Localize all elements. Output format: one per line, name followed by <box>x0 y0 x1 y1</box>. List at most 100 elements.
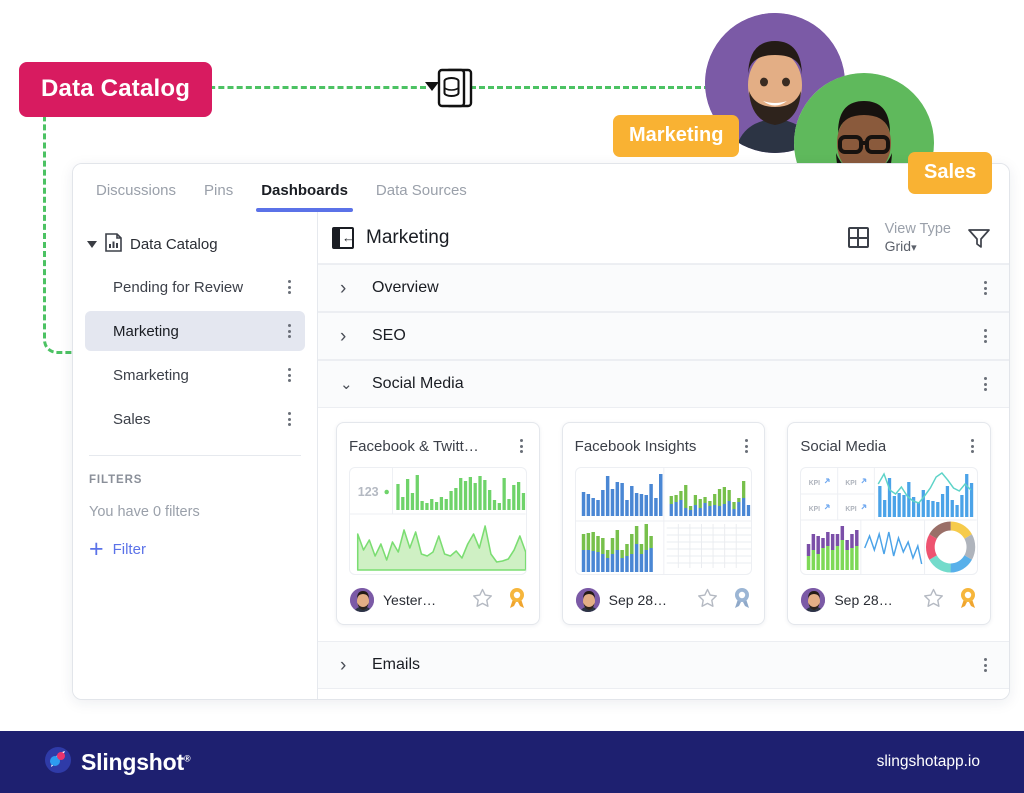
plus-icon: + <box>89 535 104 563</box>
card-footer: Sep 28… <box>574 586 753 614</box>
funnel-icon[interactable] <box>967 227 991 249</box>
trademark-symbol: ® <box>183 752 191 763</box>
filters-empty-text: You have 0 filters <box>89 504 200 520</box>
sidebar-item-marketing[interactable]: Marketing <box>85 311 305 351</box>
avatar <box>349 587 375 613</box>
brand: Slingshot® <box>44 746 191 779</box>
chevron-down-icon[interactable]: ⌄ <box>340 377 358 392</box>
collapse-panel-icon[interactable]: ← <box>332 226 355 249</box>
footer-bar: Slingshot® slingshotapp.io <box>0 731 1024 793</box>
kebab-menu-icon[interactable] <box>980 371 991 397</box>
sidebar-item-sales[interactable]: Sales <box>85 399 305 439</box>
group-row-seo[interactable]: › SEO <box>318 312 1009 360</box>
card-thumbnail: KPI KPI KPI KPI <box>800 467 979 575</box>
card-header: Facebook Insights <box>575 433 753 459</box>
slingshot-logo-icon <box>44 746 72 779</box>
kebab-menu-icon[interactable] <box>284 406 295 432</box>
filters-heading: FILTERS <box>89 474 143 486</box>
group-row-overview[interactable]: › Overview <box>318 264 1009 312</box>
kebab-menu-icon[interactable] <box>741 433 752 459</box>
triangle-down-icon[interactable] <box>87 241 97 248</box>
card-header: Facebook & Twitt… <box>349 433 527 459</box>
sidebar: Data Catalog Pending for Review Marketin… <box>73 212 318 699</box>
card-footer: Sep 28… <box>800 586 978 614</box>
card-actions <box>697 587 752 614</box>
tag-sales: Sales <box>908 152 993 194</box>
avatar <box>574 587 601 613</box>
add-filter-button[interactable]: + Filter <box>85 520 305 563</box>
grid-icon[interactable] <box>847 227 869 248</box>
tab-discussions[interactable]: Discussions <box>85 182 187 212</box>
svg-text:123: 123 <box>358 484 379 499</box>
dashboard-card-social-media[interactable]: Social Media KPI KPI KPI KPI Sep 28… <box>787 422 992 625</box>
sidebar-item-smarketing[interactable]: Smarketing <box>85 355 305 395</box>
card-title: Facebook & Twitt… <box>349 437 479 455</box>
star-outline-icon[interactable] <box>697 588 718 613</box>
kebab-menu-icon[interactable] <box>516 433 527 459</box>
svg-text:KPI: KPI <box>846 480 857 487</box>
chevron-right-icon[interactable]: › <box>340 279 358 298</box>
chevron-right-icon[interactable]: › <box>340 327 358 346</box>
svg-text:KPI: KPI <box>809 480 820 487</box>
svg-text:KPI: KPI <box>809 506 820 513</box>
view-type-select[interactable]: View Type Grid ▾ <box>885 221 951 254</box>
view-type-label: View Type <box>884 220 951 237</box>
page-title: Marketing <box>366 226 450 248</box>
dashboard-cards: Facebook & Twitt… 123 Yester… Facebook I… <box>318 408 1009 641</box>
tab-pins[interactable]: Pins <box>193 182 244 212</box>
brand-name: Slingshot <box>81 748 184 775</box>
card-thumbnail: 123 <box>349 467 527 575</box>
card-title: Social Media <box>800 437 887 455</box>
group-row-social-media[interactable]: ⌄ Social Media <box>318 360 1009 408</box>
kebab-menu-icon[interactable] <box>967 433 978 459</box>
card-date: Sep 28… <box>834 592 893 608</box>
app-window: Discussions Pins Dashboards Data Sources <box>72 163 1010 700</box>
group-row-emails[interactable]: › Emails <box>318 641 1009 689</box>
award-badge-gold-icon[interactable] <box>507 587 527 614</box>
card-actions <box>472 587 527 614</box>
card-date: Sep 28… <box>608 592 668 608</box>
dashboard-card-facebook-twitter[interactable]: Facebook & Twitt… 123 Yester… <box>336 422 540 625</box>
kebab-menu-icon[interactable] <box>284 318 295 344</box>
tab-data-sources[interactable]: Data Sources <box>365 182 478 212</box>
sidebar-item-label: Pending for Review <box>113 278 244 296</box>
kebab-menu-icon[interactable] <box>980 275 991 301</box>
card-header: Social Media <box>800 433 978 459</box>
chevron-down-icon[interactable]: ▾ <box>911 242 917 255</box>
sidebar-item-label: Marketing <box>113 322 179 340</box>
group-label: SEO <box>372 327 406 344</box>
group-label: Emails <box>372 656 421 673</box>
sidebar-root-data-catalog[interactable]: Data Catalog <box>85 226 305 263</box>
sidebar-root-label: Data Catalog <box>130 236 218 253</box>
tag-marketing: Marketing <box>613 115 740 157</box>
tab-dashboards[interactable]: Dashboards <box>250 182 359 212</box>
group-label: Overview <box>372 279 439 296</box>
kebab-menu-icon[interactable] <box>980 652 991 678</box>
window-body: Data Catalog Pending for Review Marketin… <box>73 212 1009 699</box>
sidebar-item-label: Smarketing <box>113 366 189 384</box>
chevron-right-icon[interactable]: › <box>340 656 358 675</box>
sidebar-item-pending-for-review[interactable]: Pending for Review <box>85 267 305 307</box>
add-filter-label: Filter <box>112 540 146 558</box>
sidebar-item-label: Sales <box>113 410 151 428</box>
kebab-menu-icon[interactable] <box>980 323 991 349</box>
page-root: Data Catalog Marketing Sales Discussions… <box>0 0 1024 793</box>
dashboard-card-facebook-insights[interactable]: Facebook Insights Sep 28… <box>561 422 766 625</box>
svg-text:KPI: KPI <box>846 506 857 513</box>
star-outline-icon[interactable] <box>923 588 944 613</box>
card-title: Facebook Insights <box>574 437 697 455</box>
header-actions: View Type Grid ▾ <box>847 221 991 254</box>
connector-catalog-to-db <box>200 86 426 89</box>
award-badge-silver-icon[interactable] <box>732 587 752 614</box>
award-badge-gold-icon[interactable] <box>958 587 978 614</box>
view-type-value: Grid <box>884 237 912 254</box>
main-header: ← Marketing View Type Grid ▾ <box>318 212 1009 264</box>
tabbar: Discussions Pins Dashboards Data Sources <box>73 164 1009 212</box>
kebab-menu-icon[interactable] <box>284 362 295 388</box>
group-label: Social Media <box>372 375 464 392</box>
dashboard-groups: › Overview › SEO ⌄ Social Media Facebook… <box>318 264 1009 699</box>
star-outline-icon[interactable] <box>472 588 493 613</box>
kebab-menu-icon[interactable] <box>284 274 295 300</box>
connector-db-to-avatar <box>470 86 710 89</box>
report-icon <box>104 232 123 257</box>
